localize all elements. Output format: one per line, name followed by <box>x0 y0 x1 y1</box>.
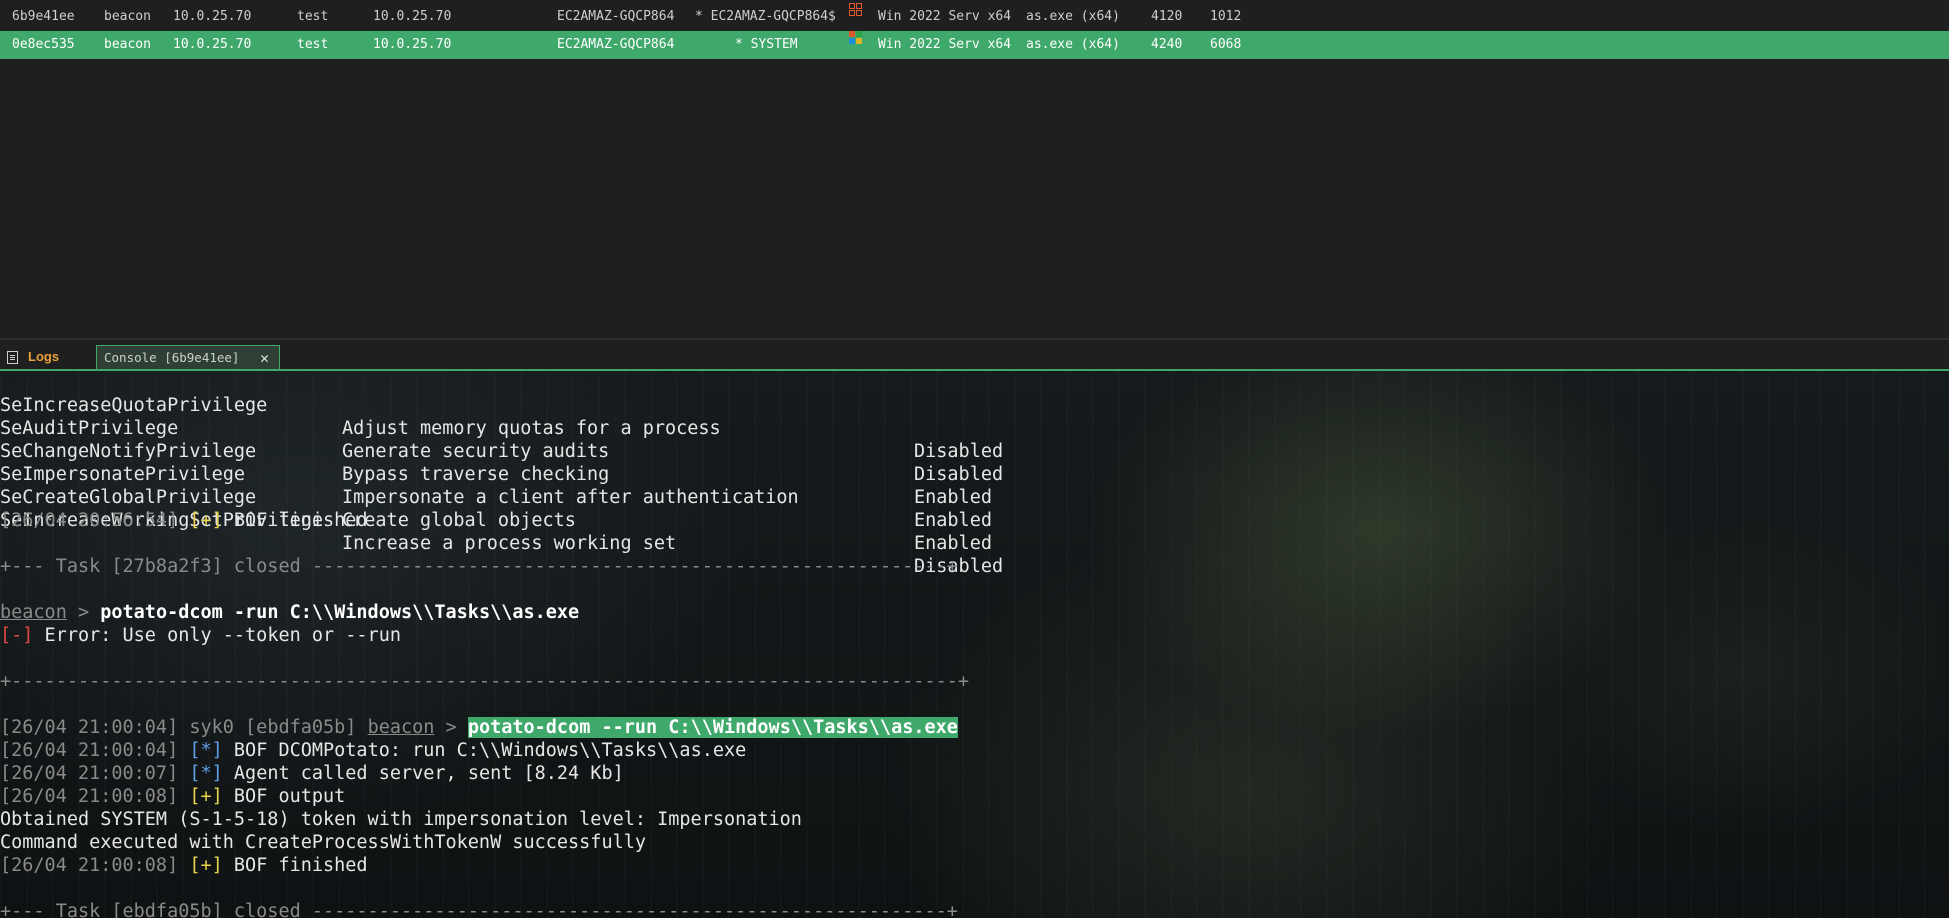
error-line: [-] Error: Use only --token or --run <box>0 624 401 647</box>
success-tag: [+] <box>189 855 223 876</box>
privilege-description: Create global objects <box>342 510 576 531</box>
session-os: Win 2022 Serv x64 <box>878 9 1012 24</box>
session-computer: EC2AMAZ-GQCP864 <box>557 37 675 52</box>
prompt-agent-link[interactable]: beacon <box>0 602 67 623</box>
command-line: [26/04 21:00:04] syk0 [ebdfa05b] beacon … <box>0 716 958 739</box>
session-internal-ip: 10.0.25.70 <box>373 9 452 24</box>
session-external-ip: 10.0.25.70 <box>173 37 252 52</box>
prompt-command: potato-dcom -run C:\\Windows\\Tasks\\as.… <box>100 602 580 623</box>
log-line: [26/04 21:00:04] [*] BOF DCOMPotato: run… <box>0 739 746 762</box>
sessions-table: 6b9e41ee beacon 10.0.25.70 test 10.0.25.… <box>0 0 1949 338</box>
session-computer: EC2AMAZ-GQCP864 <box>557 9 675 24</box>
error-message: Error: Use only --token or --run <box>33 625 401 646</box>
privilege-row: SeChangeNotifyPrivilege Bypass traverse … <box>0 417 1100 508</box>
console-output[interactable]: SeIncreaseQuotaPrivilege Adjust memory q… <box>0 371 1949 918</box>
task-id: [ebdfa05b] <box>245 717 357 738</box>
info-tag: [*] <box>189 740 223 761</box>
session-internal-ip: 10.0.25.70 <box>373 37 452 52</box>
privilege-row: SeAuditPrivilege Generate security audit… <box>0 394 1100 485</box>
output-line: Obtained SYSTEM (S-1-5-18) token with im… <box>0 809 802 830</box>
tab-console-label: Console [6b9e41ee] <box>104 350 240 365</box>
privilege-state: Enabled <box>914 510 992 531</box>
prompt-separator: > <box>66 602 101 623</box>
privilege-description: Increase a process working set <box>342 533 677 554</box>
privilege-row: SeIncreaseQuotaPrivilege Adjust memory q… <box>0 371 1100 462</box>
log-timestamp: [26/04 21:00:04] <box>0 740 179 761</box>
session-user: test <box>297 9 329 24</box>
privilege-row: SeCreateGlobalPrivilege Create global ob… <box>0 463 1100 554</box>
success-tag: [+] <box>189 510 223 531</box>
bottom-tab-bar: Logs Console [6b9e41ee] ✕ <box>0 345 1949 371</box>
session-tid: 6068 <box>1210 37 1242 52</box>
log-timestamp: [26/04 21:00:08] <box>0 855 179 876</box>
session-process: as.exe (x64) <box>1026 9 1120 24</box>
session-process-user: * EC2AMAZ-GQCP864$ <box>695 9 836 24</box>
info-tag: [*] <box>189 763 223 784</box>
log-line: [26/04 21:00:08] [+] BOF output <box>0 785 345 808</box>
document-icon <box>7 351 18 364</box>
session-tid: 1012 <box>1210 9 1242 24</box>
log-timestamp: [26/04 20:56:54] <box>0 510 179 531</box>
task-closed-separator: +--- Task [27b8a2f3] closed ------------… <box>0 556 958 577</box>
tab-console[interactable]: Console [6b9e41ee] ✕ <box>96 345 280 369</box>
privilege-row: SeIncreaseWorkingSetPrivilege Increase a… <box>0 486 1100 577</box>
session-os: Win 2022 Serv x64 <box>878 37 1012 52</box>
privilege-row: SeImpersonatePrivilege Impersonate a cli… <box>0 440 1100 531</box>
log-timestamp: [26/04 21:00:08] <box>0 786 179 807</box>
task-closed-separator: +--- Task [ebdfa05b] closed ------------… <box>0 901 958 918</box>
log-line: [26/04 21:00:08] [+] BOF finished <box>0 854 368 877</box>
success-tag: [+] <box>189 786 223 807</box>
log-message: Agent called server, sent [8.24 Kb] <box>222 763 624 784</box>
separator-line: +---------------------------------------… <box>0 671 970 692</box>
session-process-user: * SYSTEM <box>735 37 798 52</box>
session-type: beacon <box>104 37 151 52</box>
log-timestamp: [26/04 21:00:07] <box>0 763 179 784</box>
prompt-agent-link[interactable]: beacon <box>368 717 435 738</box>
session-external-ip: 10.0.25.70 <box>173 9 252 24</box>
log-message: BOF DCOMPotato: run C:\\Windows\\Tasks\\… <box>222 740 747 761</box>
highlighted-command: potato-dcom --run C:\\Windows\\Tasks\\as… <box>467 717 958 738</box>
session-process: as.exe (x64) <box>1026 37 1120 52</box>
panel-splitter[interactable] <box>0 338 1949 340</box>
tab-logs-label: Logs <box>28 349 60 364</box>
log-message: BOF finished <box>222 510 368 531</box>
session-row[interactable]: 6b9e41ee beacon 10.0.25.70 test 10.0.25.… <box>0 3 1949 31</box>
privilege-state: Enabled <box>914 533 992 554</box>
session-id: 6b9e41ee <box>12 9 75 24</box>
session-pid: 4120 <box>1151 9 1183 24</box>
tab-logs[interactable]: Logs <box>0 345 92 369</box>
prompt-line: beacon > potato-dcom -run C:\\Windows\\T… <box>0 601 579 624</box>
session-user: test <box>297 37 329 52</box>
output-line: Command executed with CreateProcessWithT… <box>0 832 647 853</box>
session-id: 0e8ec535 <box>12 37 75 52</box>
close-icon[interactable]: ✕ <box>260 346 269 370</box>
prompt-separator: > <box>434 717 468 738</box>
session-type: beacon <box>104 9 151 24</box>
error-tag: [-] <box>0 625 34 646</box>
log-timestamp: [26/04 21:00:04] <box>0 717 179 738</box>
operator-name: syk0 <box>178 717 246 738</box>
log-message: BOF output <box>222 786 346 807</box>
session-row-selected[interactable]: 0e8ec535 beacon 10.0.25.70 test 10.0.25.… <box>0 31 1949 59</box>
session-pid: 4240 <box>1151 37 1183 52</box>
log-line: [26/04 20:56:54] [+] BOF finished <box>0 509 368 532</box>
log-message: BOF finished <box>222 855 368 876</box>
log-line: [26/04 21:00:07] [*] Agent called server… <box>0 762 624 785</box>
